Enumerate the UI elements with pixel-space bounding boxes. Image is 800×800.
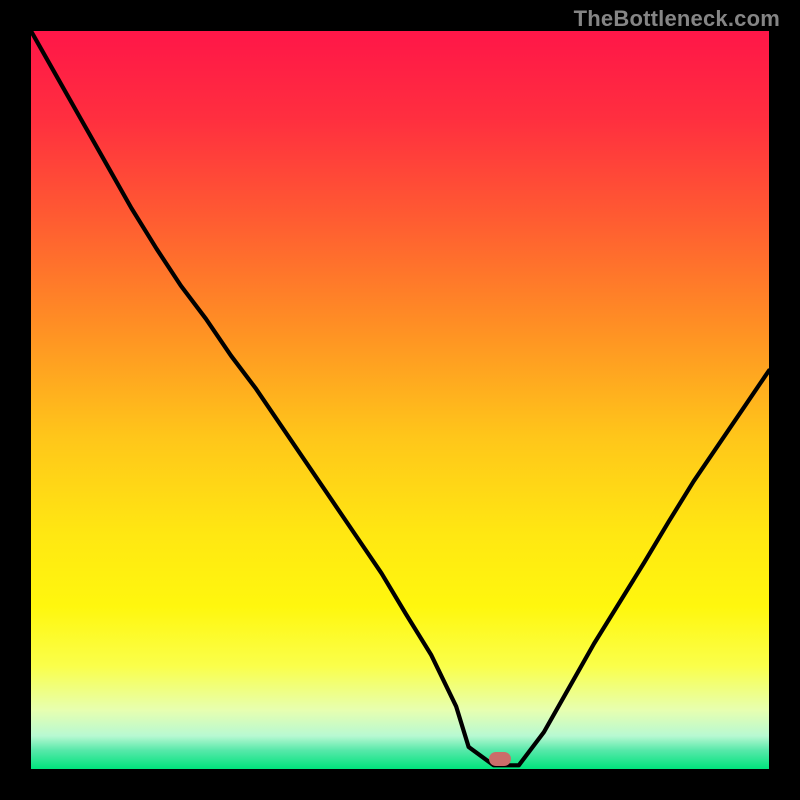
chart-frame: TheBottleneck.com — [0, 0, 800, 800]
bottleneck-curve — [31, 31, 769, 769]
watermark-label: TheBottleneck.com — [574, 6, 780, 32]
optimal-point-marker — [489, 752, 511, 766]
plot-area — [31, 31, 769, 769]
